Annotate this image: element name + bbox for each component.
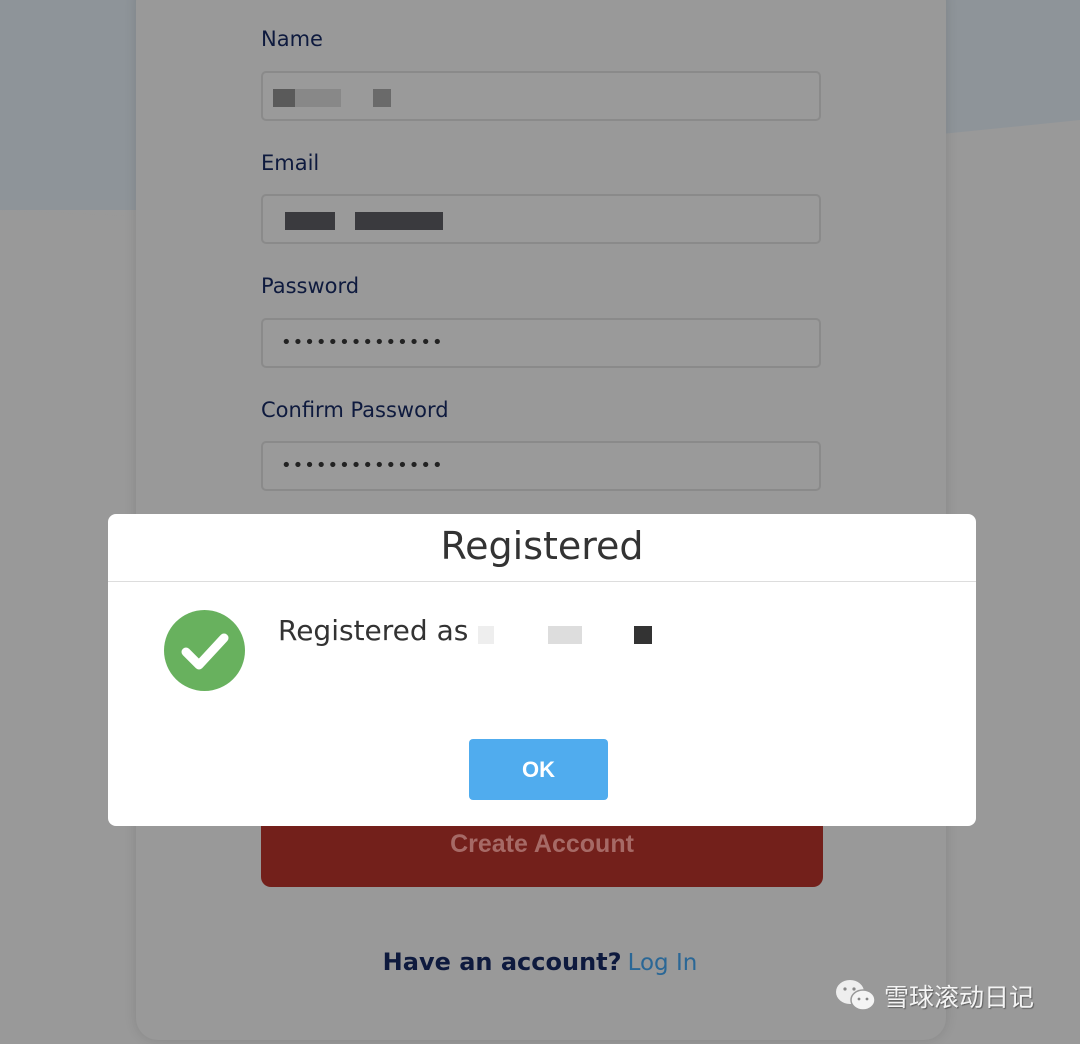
dialog-title: Registered <box>440 524 644 568</box>
divider <box>108 581 976 582</box>
password-input[interactable]: •••••••••••••• <box>261 318 821 368</box>
redacted-value <box>285 212 335 230</box>
create-account-label: Create Account <box>450 830 634 858</box>
confirm-password-input[interactable]: •••••••••••••• <box>261 441 821 491</box>
confirm-password-label: Confirm Password <box>261 398 449 422</box>
email-label: Email <box>261 151 320 175</box>
confirm-password-value: •••••••••••••• <box>281 455 444 476</box>
redacted-value <box>295 89 341 107</box>
registered-dialog: Registered Registered as OK <box>108 514 976 826</box>
password-label: Password <box>261 274 360 298</box>
redacted-value <box>634 626 652 644</box>
redacted-value <box>478 626 494 644</box>
email-input[interactable] <box>261 194 821 244</box>
name-input[interactable] <box>261 71 821 121</box>
redacted-value <box>548 626 582 644</box>
login-prompt: Have an account? Log In <box>0 948 1080 976</box>
check-circle-icon <box>164 610 245 691</box>
ok-button[interactable]: OK <box>469 739 608 800</box>
redacted-value <box>355 212 443 230</box>
have-account-text: Have an account? <box>382 948 622 976</box>
name-label: Name <box>261 27 323 51</box>
watermark: 雪球滚动日记 <box>834 978 1034 1014</box>
dialog-message: Registered as <box>278 614 468 647</box>
login-link[interactable]: Log In <box>628 950 698 976</box>
dialog-message-text: Registered as <box>278 614 469 647</box>
wechat-icon <box>836 980 876 1011</box>
redacted-value <box>373 89 391 107</box>
redacted-value <box>273 89 295 107</box>
password-value: •••••••••••••• <box>281 332 444 353</box>
watermark-text: 雪球滚动日记 <box>884 983 1035 1012</box>
